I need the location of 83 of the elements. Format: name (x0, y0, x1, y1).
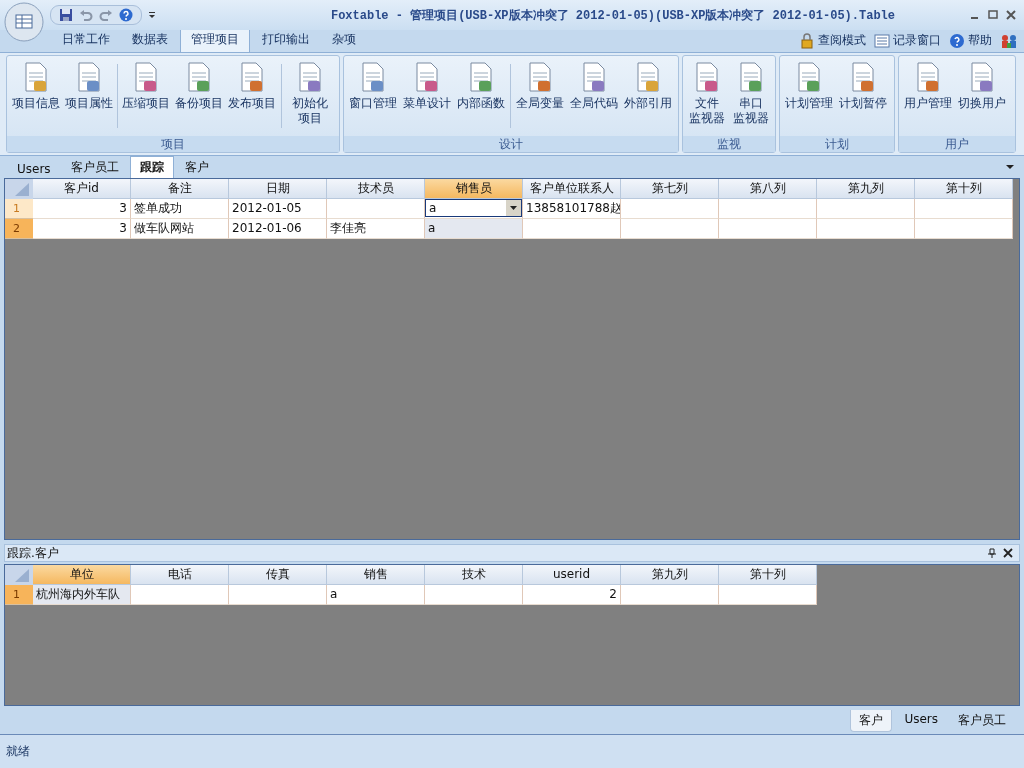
ribbon-button[interactable]: 串口 监视器 (729, 58, 773, 136)
dropdown-caret-icon[interactable] (1006, 164, 1014, 170)
group-caption: 监视 (683, 136, 775, 152)
ribbon-button[interactable]: 发布项目 (226, 58, 279, 136)
ribbon-tab[interactable]: 杂项 (322, 28, 366, 52)
group-caption: 项目 (7, 136, 339, 152)
dropdown-caret-icon[interactable] (148, 11, 156, 19)
column-header[interactable]: 单位 (33, 565, 131, 585)
ribbon-button[interactable]: 计划管理 (782, 58, 836, 136)
table-cell: a (425, 219, 523, 239)
column-header[interactable]: 电话 (131, 565, 229, 585)
column-header[interactable]: 技术员 (327, 179, 425, 199)
row-header[interactable]: 2 (5, 219, 33, 239)
menu-link[interactable]: 记录窗口 (893, 32, 941, 49)
column-header[interactable]: 第九列 (817, 179, 915, 199)
column-header[interactable]: 客户单位联系人 (523, 179, 621, 199)
column-header[interactable]: 技术 (425, 565, 523, 585)
column-header[interactable]: 客户id (33, 179, 131, 199)
sheet-tab[interactable]: 客户员工 (61, 157, 128, 178)
close-icon[interactable] (1003, 548, 1013, 558)
group-caption: 用户 (899, 136, 1015, 152)
column-header[interactable]: 销售员 (425, 179, 523, 199)
save-icon[interactable] (59, 8, 73, 22)
table-cell: 2012-01-05 (229, 199, 327, 219)
column-header[interactable]: 第九列 (621, 565, 719, 585)
ribbon-button[interactable]: 备份项目 (173, 58, 226, 136)
menu-link[interactable]: 查阅模式 (818, 32, 866, 49)
ribbon-button[interactable]: 内部函数 (454, 58, 508, 136)
group-caption: 计划 (780, 136, 894, 152)
table-cell: 3 (33, 219, 131, 239)
table-cell: 2 (523, 585, 621, 605)
dropdown-caret-icon[interactable] (506, 200, 521, 216)
panel-title: 跟踪.客户 (7, 544, 59, 562)
row-header[interactable]: 1 (5, 585, 33, 605)
ribbon-button[interactable]: 项目属性 (62, 58, 115, 136)
help-icon[interactable] (949, 32, 965, 49)
ribbon-button[interactable]: 项目信息 (9, 58, 62, 136)
ribbon-button[interactable]: 计划暂停 (836, 58, 890, 136)
ribbon-tab[interactable]: 数据表 (122, 28, 178, 52)
ribbon-tab[interactable]: 日常工作 (52, 28, 120, 52)
column-header[interactable]: 第七列 (621, 179, 719, 199)
ribbon-button[interactable]: 切换用户 (955, 58, 1009, 136)
column-header[interactable]: 日期 (229, 179, 327, 199)
table-cell: 2012-01-06 (229, 219, 327, 239)
ribbon-button[interactable]: 全局变量 (513, 58, 567, 136)
ribbon-button[interactable]: 压缩项目 (120, 58, 173, 136)
dropdown-field[interactable]: a (425, 199, 522, 217)
column-header[interactable]: 销售 (327, 565, 425, 585)
sheet-tab[interactable]: 客户 (850, 710, 893, 732)
help-icon[interactable] (119, 8, 133, 22)
ribbon-button[interactable]: 初始化 项目 (283, 58, 337, 136)
group-caption: 设计 (344, 136, 678, 152)
column-header[interactable]: 备注 (131, 179, 229, 199)
ribbon-button[interactable]: 窗口管理 (346, 58, 400, 136)
padlock-icon[interactable] (799, 32, 815, 49)
table-cell: 做车队网站 (131, 219, 229, 239)
table-cell: a (327, 585, 425, 605)
sheet-tab[interactable]: 跟踪 (129, 156, 174, 178)
table-cell: 签单成功 (131, 199, 229, 219)
menu-link[interactable]: 帮助 (968, 32, 992, 49)
window-title: Foxtable - 管理项目(USB-XP版本冲突了 2012-01-05)(USB-XP版本冲突了 2012-01-05).Table (329, 7, 897, 24)
table-cell: 3 (33, 199, 131, 219)
column-header[interactable]: 传真 (229, 565, 327, 585)
ribbon-button[interactable]: 菜单设计 (400, 58, 454, 136)
sheet-tab[interactable]: Users (896, 710, 946, 728)
column-header[interactable]: 第十列 (719, 565, 817, 585)
column-header[interactable]: userid (523, 565, 621, 585)
maximize-icon[interactable] (988, 10, 998, 20)
ribbon-tab[interactable]: 打印输出 (252, 28, 320, 52)
status-text: 就绪 (6, 743, 30, 760)
pin-icon[interactable] (987, 548, 997, 558)
ribbon-button[interactable]: 外部引用 (621, 58, 675, 136)
ribbon-button[interactable]: 用户管理 (901, 58, 955, 136)
column-header[interactable]: 第十列 (915, 179, 1013, 199)
ribbon-button[interactable]: 全局代码 (567, 58, 621, 136)
column-header[interactable]: 第八列 (719, 179, 817, 199)
ribbon-button[interactable]: 文件 监视器 (685, 58, 729, 136)
sheet-tab[interactable]: 客户 (175, 157, 218, 178)
table-cell: 杭州海内外车队 (33, 585, 131, 605)
sheet-tab[interactable]: 客户员工 (950, 710, 1014, 731)
close-icon[interactable] (1006, 10, 1016, 20)
sheet-tab[interactable]: Users (8, 160, 60, 178)
users-icon[interactable] (1000, 33, 1018, 49)
